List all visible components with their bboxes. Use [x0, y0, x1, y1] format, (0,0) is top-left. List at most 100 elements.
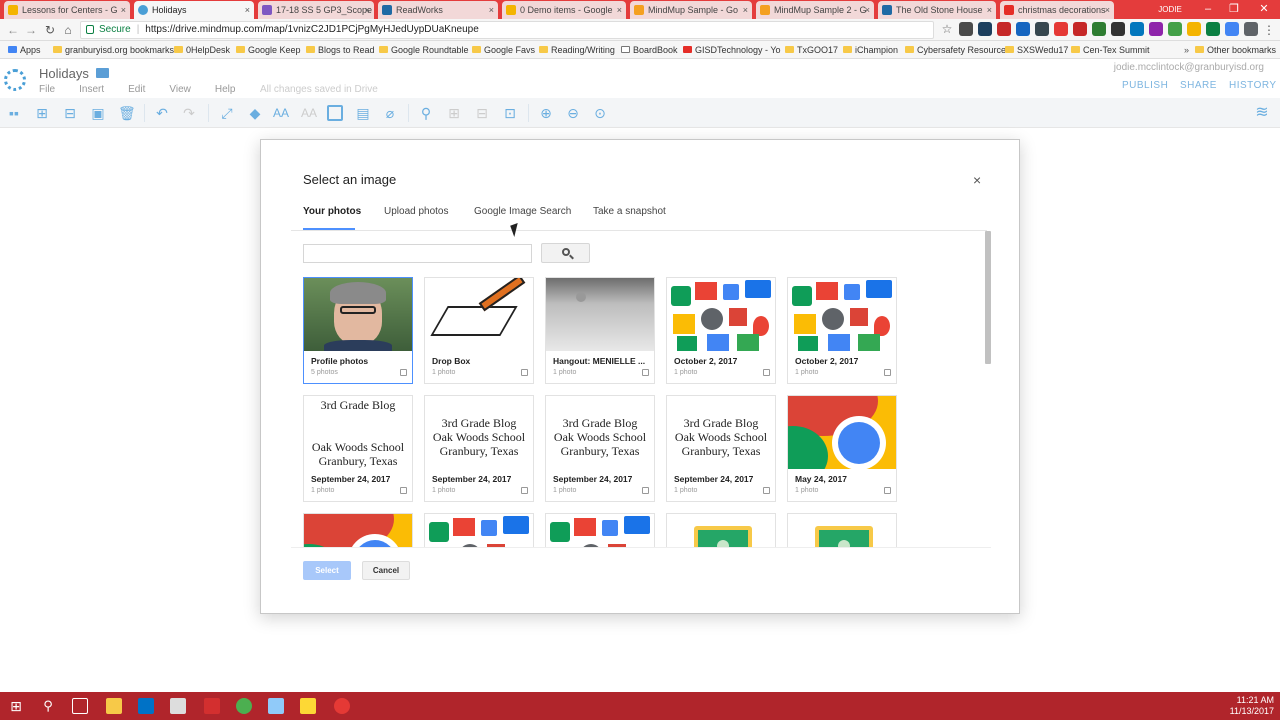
bookmark-item[interactable]: Other bookmarks: [1195, 41, 1276, 59]
restore-icon[interactable]: ❐: [1220, 0, 1248, 19]
album-card[interactable]: October 2, 2017 1 photo: [666, 277, 776, 384]
browser-tab[interactable]: christmas decorations ×: [1000, 1, 1114, 19]
file-explorer-icon[interactable]: [106, 698, 122, 714]
photo-search-input[interactable]: [303, 244, 532, 263]
bookmark-item[interactable]: Cybersafety Resource: [905, 41, 1006, 59]
album-card[interactable]: 3rd Grade Blog Oak Woods School Granbury, …: [545, 395, 655, 502]
system-clock[interactable]: 11:21 AM 11/13/2017: [1230, 695, 1274, 717]
app-icon[interactable]: [268, 698, 284, 714]
extension-icon[interactable]: [1092, 22, 1106, 36]
browser-tab[interactable]: The Old Stone House ×: [878, 1, 996, 19]
extension-icon[interactable]: [1035, 22, 1049, 36]
extension-icon[interactable]: [978, 22, 992, 36]
mindmup-logo-icon[interactable]: [4, 69, 26, 91]
menu-view[interactable]: View: [169, 84, 191, 95]
extension-icon[interactable]: [1168, 22, 1182, 36]
close-icon[interactable]: ×: [1105, 1, 1110, 19]
add-parent-icon[interactable]: ⊟: [62, 105, 78, 121]
extension-icon[interactable]: [1130, 22, 1144, 36]
collapse-node-icon[interactable]: ⊞: [446, 105, 462, 121]
app-icon[interactable]: [204, 698, 220, 714]
extension-icon[interactable]: [1073, 22, 1087, 36]
tab-google-image-search[interactable]: Google Image Search: [474, 206, 571, 230]
bookmark-item[interactable]: SXSWedu17: [1005, 41, 1068, 59]
redo-icon[interactable]: ↷: [181, 105, 197, 121]
close-window-icon[interactable]: ✕: [1250, 0, 1278, 19]
reload-icon[interactable]: ↻: [43, 23, 57, 37]
album-card[interactable]: Profile photos 5 photos: [303, 277, 413, 384]
close-icon[interactable]: ×: [365, 1, 370, 19]
album-card[interactable]: May 24, 2017 1 photo: [787, 395, 897, 502]
browser-tab-active[interactable]: Holidays ×: [134, 1, 254, 19]
zoom-in-icon[interactable]: ⊕: [538, 105, 554, 121]
album-card[interactable]: 3rd Grade Blog Oak Woods School Granbury, …: [303, 395, 413, 502]
close-icon[interactable]: ×: [617, 1, 622, 19]
album-card[interactable]: October 2, 2017 1 photo: [787, 277, 897, 384]
back-icon[interactable]: ←: [6, 23, 20, 37]
tab-upload-photos[interactable]: Upload photos: [384, 206, 449, 230]
scrollbar[interactable]: [985, 231, 991, 364]
connect-icon[interactable]: ⤢: [219, 105, 235, 121]
fill-color-icon[interactable]: ◆: [247, 105, 263, 121]
extension-icon[interactable]: [1244, 22, 1258, 36]
search-button[interactable]: [541, 243, 590, 263]
layout-icon[interactable]: ⊡: [502, 105, 518, 121]
bookmark-apps[interactable]: Apps: [8, 41, 41, 59]
font-size-icon[interactable]: AA: [273, 105, 289, 121]
extension-icon[interactable]: [1149, 22, 1163, 36]
menu-file[interactable]: File: [39, 84, 55, 95]
close-icon[interactable]: ×: [489, 1, 494, 19]
close-icon[interactable]: ×: [245, 1, 250, 19]
extension-icon[interactable]: [1016, 22, 1030, 36]
menu-edit[interactable]: Edit: [128, 84, 145, 95]
profile-name[interactable]: JODIE: [1150, 2, 1190, 17]
album-card[interactable]: [303, 513, 413, 547]
collapse-toolbar-icon[interactable]: ≋: [1252, 102, 1272, 122]
center-icon[interactable]: ⊙: [592, 105, 608, 121]
menu-insert[interactable]: Insert: [79, 84, 104, 95]
select-button[interactable]: Select: [303, 561, 351, 580]
home-icon[interactable]: ⌂: [61, 23, 75, 37]
browser-tab[interactable]: 17-18 SS 5 GP3_Scope ×: [258, 1, 374, 19]
bookmark-item[interactable]: GISDTechnology - Yo: [683, 41, 781, 59]
bookmark-item[interactable]: Google Favs: [472, 41, 535, 59]
menu-icon[interactable]: ⋮: [1262, 23, 1276, 37]
document-title[interactable]: Holidays: [39, 66, 89, 81]
bookmark-item[interactable]: BoardBook: [621, 41, 678, 59]
extension-icon[interactable]: [1054, 22, 1068, 36]
album-card[interactable]: 3rd Grade Blog Oak Woods School Granbury, …: [424, 395, 534, 502]
share-button[interactable]: SHARE: [1180, 80, 1217, 91]
menu-help[interactable]: Help: [215, 84, 236, 95]
minimize-icon[interactable]: –: [1194, 0, 1222, 19]
bookmark-item[interactable]: TxGOO17: [785, 41, 838, 59]
note-icon[interactable]: ▤: [355, 105, 371, 121]
chrome-icon[interactable]: [236, 698, 252, 714]
bookmark-item[interactable]: Blogs to Read: [306, 41, 375, 59]
bookmark-item[interactable]: Reading/Writing: [539, 41, 615, 59]
album-card[interactable]: [424, 513, 534, 547]
bookmark-item[interactable]: Cen-Tex Summit: [1071, 41, 1150, 59]
forward-icon[interactable]: →: [24, 23, 38, 37]
task-view-icon[interactable]: [72, 698, 88, 714]
tab-take-snapshot[interactable]: Take a snapshot: [593, 206, 666, 230]
close-icon[interactable]: ×: [121, 1, 126, 19]
search-icon[interactable]: ⚲: [418, 105, 434, 121]
browser-tab[interactable]: ReadWorks ×: [378, 1, 498, 19]
user-email[interactable]: jodie.mcclintock@granburyisd.org: [1114, 62, 1264, 73]
insert-image-icon[interactable]: ▣: [90, 105, 106, 121]
outlook-icon[interactable]: [138, 698, 154, 714]
windows-start-icon[interactable]: ⊞: [8, 698, 24, 714]
album-card[interactable]: Drop Box 1 photo: [424, 277, 534, 384]
tab-your-photos[interactable]: Your photos: [303, 206, 361, 230]
history-button[interactable]: HISTORY: [1229, 80, 1277, 91]
bookmark-item[interactable]: Google Roundtable: [379, 41, 469, 59]
delete-icon[interactable]: 🗑: [118, 105, 136, 121]
album-card[interactable]: 3rd Grade Blog Oak Woods School Granbury, …: [666, 395, 776, 502]
sticky-notes-icon[interactable]: [300, 698, 316, 714]
publish-button[interactable]: PUBLISH: [1122, 80, 1168, 91]
browser-tab[interactable]: 0 Demo items - Google ×: [502, 1, 626, 19]
drive-ext-icon[interactable]: [959, 22, 973, 36]
browser-tab[interactable]: Lessons for Centers - G ×: [4, 1, 130, 19]
undo-icon[interactable]: ↶: [154, 105, 170, 121]
font-size-down-icon[interactable]: AA: [301, 105, 317, 121]
